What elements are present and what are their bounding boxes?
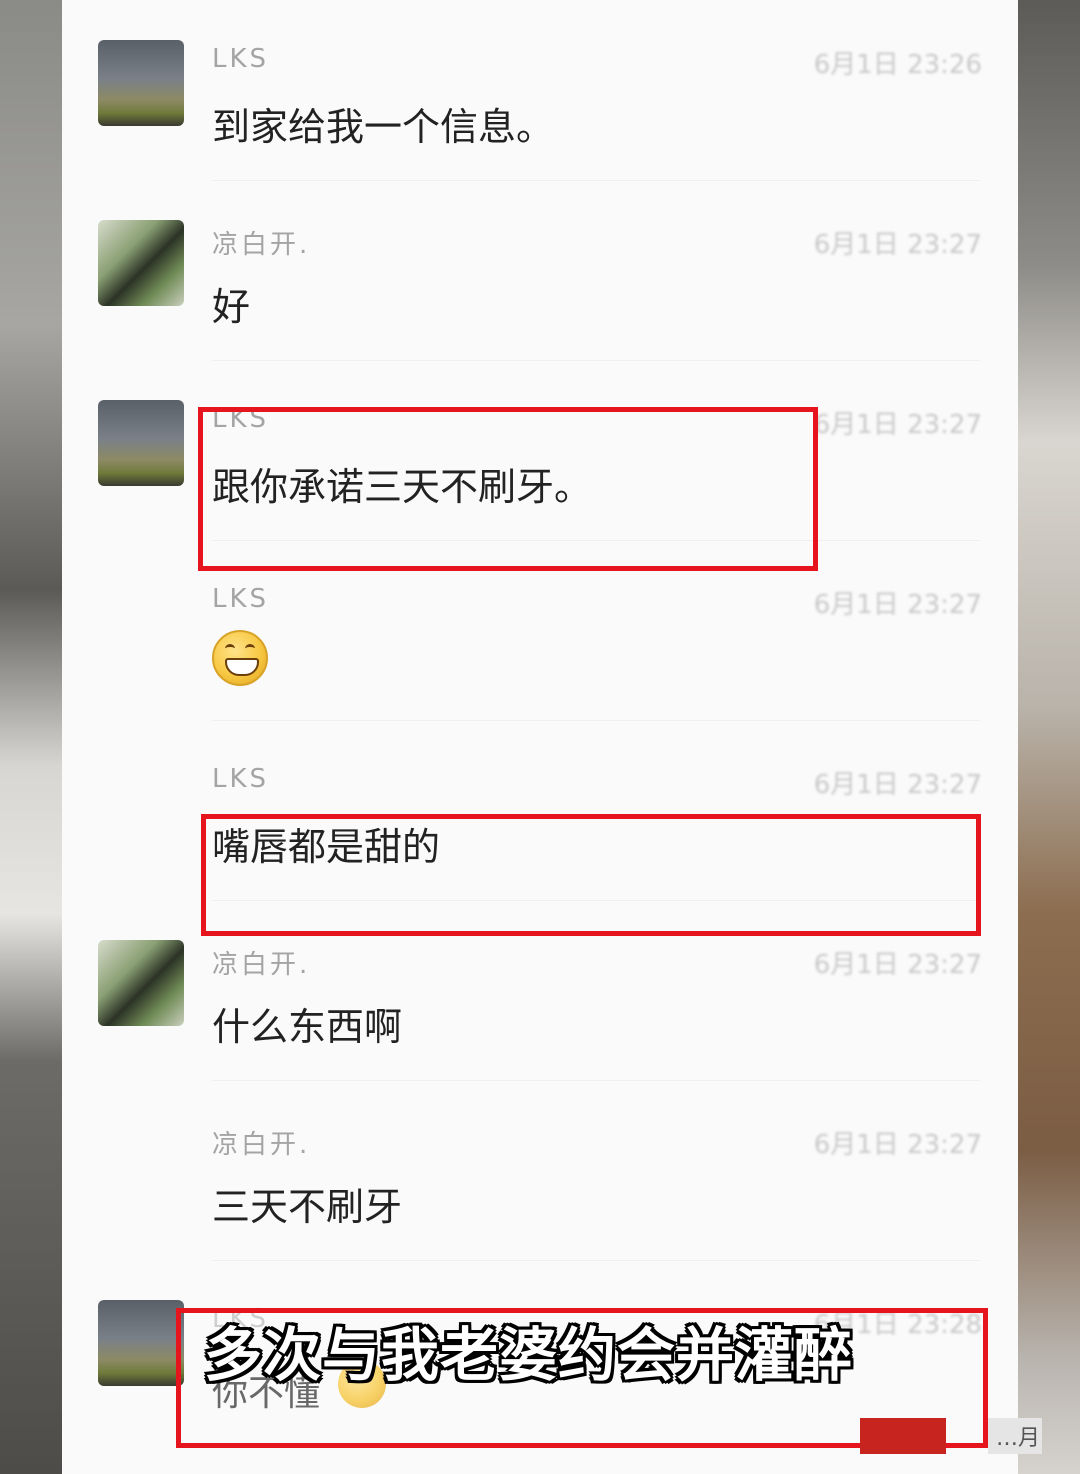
message-time: 6月1日 23:27 bbox=[813, 1130, 982, 1160]
grinning-face-emoji-icon bbox=[212, 630, 268, 686]
watermark-logo bbox=[860, 1418, 946, 1454]
message-time: 6月1日 23:27 bbox=[813, 230, 982, 260]
avatar-liangbaikai[interactable] bbox=[98, 940, 184, 1026]
highlight-box bbox=[201, 814, 981, 936]
avatar-lks[interactable] bbox=[98, 40, 184, 126]
message-time: 6月1日 23:26 bbox=[813, 50, 982, 80]
sender-name: LKS bbox=[212, 584, 270, 614]
message-time: 6月1日 23:27 bbox=[813, 590, 982, 620]
avatar-lks[interactable] bbox=[98, 400, 184, 486]
sender-name: LKS bbox=[212, 764, 270, 794]
highlight-box bbox=[198, 407, 818, 571]
message-text: 好 bbox=[212, 285, 251, 329]
video-background-right bbox=[1018, 0, 1080, 1474]
chat-message: 凉白开. 6月1日 23:27 好 bbox=[98, 180, 982, 340]
message-text: 到家给我一个信息。 bbox=[212, 105, 555, 149]
watermark: …月 bbox=[860, 1418, 1050, 1458]
sender-name: 凉白开. bbox=[212, 1130, 311, 1160]
chat-message: 凉白开. 6月1日 23:27 三天不刷牙 bbox=[98, 1080, 982, 1240]
message-text: 什么东西啊 bbox=[212, 1005, 403, 1049]
message-time: 6月1日 23:27 bbox=[813, 950, 982, 980]
chat-message: LKS 6月1日 23:26 到家给我一个信息。 bbox=[98, 0, 982, 160]
avatar-liangbaikai[interactable] bbox=[98, 220, 184, 306]
message-time: 6月1日 23:27 bbox=[813, 410, 982, 440]
chat-panel: LKS 6月1日 23:26 到家给我一个信息。 凉白开. 6月1日 23:27… bbox=[62, 0, 1018, 1474]
sender-name: 凉白开. bbox=[212, 230, 311, 260]
message-text: 三天不刷牙 bbox=[212, 1185, 403, 1229]
message-time: 6月1日 23:27 bbox=[813, 770, 982, 800]
watermark-text: …月 bbox=[996, 1426, 1041, 1451]
video-caption: 多次与我老婆约会并灌醉 bbox=[204, 1321, 854, 1389]
video-background-left bbox=[0, 0, 62, 1474]
sender-name: 凉白开. bbox=[212, 950, 311, 980]
sender-name: LKS bbox=[212, 44, 270, 74]
avatar-lks[interactable] bbox=[98, 1300, 184, 1386]
